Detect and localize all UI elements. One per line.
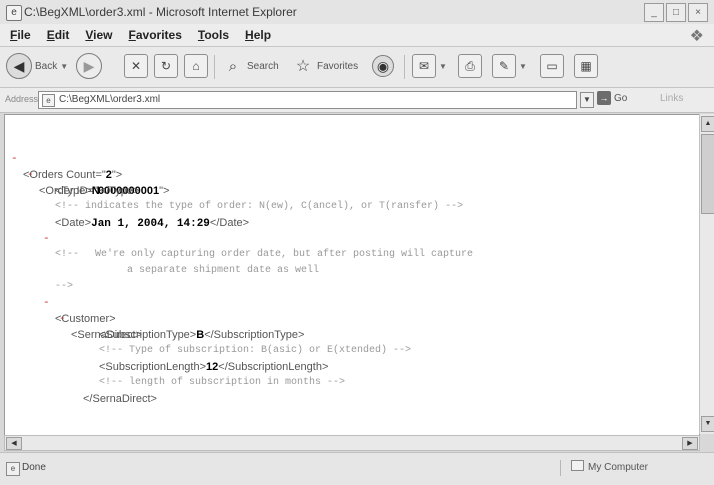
xml-line-date: <Date>Jan 1, 2004, 14:29</Date> — [5, 199, 695, 230]
back-icon: ◀ — [6, 53, 32, 79]
window-controls: _ □ × — [644, 3, 708, 22]
favorites-button[interactable]: ☆ Favorites — [292, 53, 358, 79]
print-icon: ⎙ — [458, 54, 482, 78]
menu-file[interactable]: File — [10, 28, 31, 42]
close-icon[interactable]: × — [688, 3, 708, 22]
xml-line-serna-close: </SernaDirect> — [5, 375, 695, 405]
xml-line-type: <Type>N</Type> — [5, 167, 695, 197]
stop-icon: ✕ — [124, 54, 148, 78]
go-label: Go — [614, 92, 628, 104]
xml-tree: - <Orders Count="2"> - <Order ID="000000… — [5, 135, 695, 405]
toolbar-divider — [404, 55, 405, 79]
ie-page-icon: e — [6, 5, 22, 21]
address-url[interactable]: C:\BegXML\order3.xml — [59, 94, 160, 105]
zone-label: My Computer — [588, 462, 649, 473]
scroll-left-icon[interactable]: ◀ — [6, 437, 22, 450]
toolbar-divider — [214, 55, 215, 79]
menu-view[interactable]: View — [85, 28, 112, 42]
minimize-icon[interactable]: _ — [644, 3, 664, 22]
back-label: Back — [35, 60, 58, 72]
chevron-down-icon: ▼ — [439, 61, 447, 71]
xml-line-comment-text: a separate shipment date as well — [5, 247, 695, 276]
mail-button[interactable]: ✉ ▼ — [412, 53, 447, 79]
links-button[interactable]: Links — [660, 93, 683, 104]
chevron-down-icon: ▼ — [60, 61, 69, 71]
edit-icon: ✎ — [492, 54, 516, 78]
scroll-right-icon[interactable]: ▶ — [682, 437, 698, 450]
horizontal-scrollbar[interactable]: ◀ ▶ — [4, 435, 700, 451]
xml-line-serna: - <SernaDirect> — [5, 295, 695, 341]
scroll-thumb[interactable] — [701, 134, 714, 214]
scroll-down-icon[interactable]: ▼ — [701, 416, 714, 432]
refresh-button[interactable]: ↻ — [154, 53, 178, 79]
security-zone: My Computer — [560, 460, 695, 476]
xml-line-comment-close: --> — [5, 263, 695, 292]
home-icon: ⌂ — [184, 54, 208, 78]
page-status-icon: e — [6, 462, 20, 476]
print-button[interactable]: ⎙ — [458, 53, 482, 79]
address-label: Address — [5, 94, 39, 104]
media-icon: ◉ — [372, 55, 394, 77]
forward-icon: ▶ — [76, 53, 102, 79]
mail-icon: ✉ — [412, 54, 436, 78]
vertical-scrollbar[interactable]: ▲ ▼ — [699, 114, 714, 434]
research-button[interactable]: ▦ — [574, 53, 598, 79]
research-icon: ▦ — [574, 54, 598, 78]
standard-toolbar: ◀ Back ▼ ▶ ✕ ↻ ⌂ ⌕ Search ☆ Favorites ◉ … — [0, 47, 714, 88]
discuss-button[interactable]: ▭ — [540, 53, 564, 79]
title-bar: e C:\BegXML\order3.xml - Microsoft Inter… — [0, 0, 714, 25]
go-button[interactable]: → Go — [597, 91, 627, 105]
address-dropdown-button[interactable]: ▼ — [580, 92, 594, 108]
go-arrow-icon: → — [597, 91, 611, 105]
xml-line-comment: <!-- Type of subscription: B(asic) or E(… — [5, 327, 695, 356]
discuss-icon: ▭ — [540, 54, 564, 78]
refresh-icon: ↻ — [154, 54, 178, 78]
search-icon: ⌕ — [228, 57, 238, 75]
xml-document-view: - <Orders Count="2"> - <Order ID="000000… — [4, 114, 700, 436]
menu-favorites[interactable]: Favorites — [129, 28, 182, 42]
xml-line-comment: <!-- indicates the type of order: N(ew),… — [5, 183, 695, 212]
menu-tools[interactable]: Tools — [198, 28, 229, 42]
xml-line-comment-text: We're only capturing order date, but aft… — [5, 231, 695, 260]
xml-line-customer: - <Customer> — [5, 279, 695, 325]
home-button[interactable]: ⌂ — [184, 53, 208, 79]
menu-bar: File Edit View Favorites Tools Help ❖ — [0, 24, 714, 47]
favorites-icon: ☆ — [295, 58, 311, 75]
favorites-label: Favorites — [317, 60, 359, 72]
xml-line-subtype: <SubscriptionType>B</SubscriptionType> — [5, 311, 695, 341]
xml-tag: </SernaDirect> — [83, 393, 157, 405]
forward-button[interactable]: ▶ — [76, 53, 102, 79]
xml-line-comment: <!-- length of subscription in months --… — [5, 359, 695, 388]
stop-button[interactable]: ✕ — [124, 53, 148, 79]
xml-line-orders: - <Orders Count="2"> — [5, 135, 695, 181]
menu-help[interactable]: Help — [245, 28, 271, 42]
search-label: Search — [247, 60, 279, 72]
maximize-icon[interactable]: □ — [666, 3, 686, 22]
xml-line-sublen: <SubscriptionLength>12</SubscriptionLeng… — [5, 343, 695, 373]
search-button[interactable]: ⌕ Search — [222, 53, 279, 79]
chevron-down-icon: ▼ — [519, 61, 527, 71]
xml-line-order: - <Order ID="0000000001"> — [5, 151, 695, 197]
status-text: Done — [22, 462, 46, 473]
edit-button[interactable]: ✎ ▼ — [492, 53, 527, 79]
xml-file-icon: e — [42, 94, 55, 107]
window-title: C:\BegXML\order3.xml - Microsoft Interne… — [24, 5, 297, 19]
computer-icon — [571, 460, 584, 471]
status-bar: e Done My Computer — [0, 452, 714, 485]
address-bar: Address e C:\BegXML\order3.xml ▼ → Go Li… — [0, 88, 714, 113]
xml-line-comment-open: - <!-- — [5, 215, 695, 260]
address-input[interactable]: e C:\BegXML\order3.xml — [38, 91, 577, 109]
back-button[interactable]: ◀ Back ▼ — [6, 53, 68, 79]
windows-logo-icon: ❖ — [689, 28, 704, 45]
scroll-up-icon[interactable]: ▲ — [701, 116, 714, 132]
menu-edit[interactable]: Edit — [47, 28, 70, 42]
media-button[interactable]: ◉ — [372, 53, 394, 79]
